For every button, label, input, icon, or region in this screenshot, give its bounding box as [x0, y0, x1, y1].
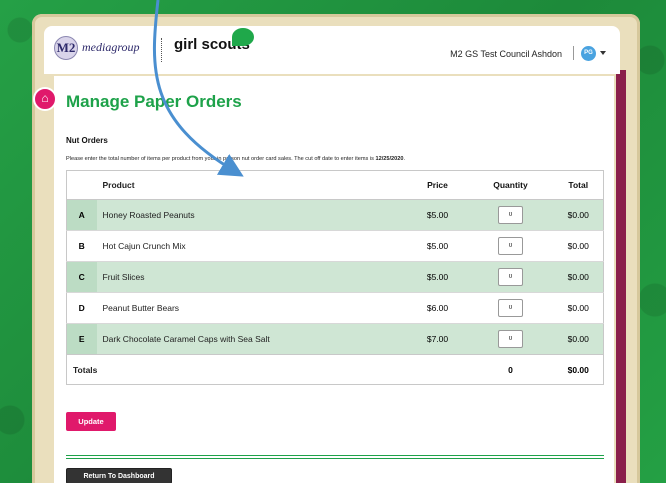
- table-row: D Peanut Butter Bears $6.00 $0.00: [66, 293, 604, 324]
- header-divider: [573, 46, 574, 60]
- quantity-input[interactable]: [498, 299, 523, 317]
- product-name: Hot Cajun Crunch Mix: [102, 241, 186, 251]
- product-price: $5.00: [426, 272, 449, 282]
- logo-divider: [161, 38, 162, 62]
- quantity-cell: [468, 200, 554, 231]
- site-header: M2 mediagroup girl scouts M2 GS Test Cou…: [44, 26, 620, 74]
- update-button[interactable]: Update: [66, 412, 116, 431]
- row-total: $0.00: [567, 210, 589, 220]
- section-divider: [66, 455, 604, 459]
- column-header-product: Product: [96, 170, 408, 200]
- cutoff-date: 12/25/2020: [375, 156, 404, 162]
- m2-logo: M2: [54, 36, 78, 60]
- totals-amount: $0.00: [553, 354, 604, 385]
- table-row: E Dark Chocolate Caramel Caps with Sea S…: [66, 323, 604, 355]
- return-to-dashboard-button[interactable]: Return To Dashboard: [66, 468, 172, 483]
- chevron-down-icon[interactable]: [600, 51, 606, 55]
- orders-table: Product Price Quantity Total A Honey Roa…: [66, 170, 604, 385]
- quantity-cell: [468, 262, 554, 293]
- product-name: Peanut Butter Bears: [102, 303, 180, 313]
- media-group-logo-text: mediagroup: [82, 40, 140, 54]
- totals-row: Totals 0 $0.00: [66, 354, 604, 385]
- product-name: Dark Chocolate Caramel Caps with Sea Sal…: [102, 334, 270, 344]
- product-name: Fruit Slices: [102, 272, 145, 282]
- quantity-input[interactable]: [498, 330, 523, 348]
- product-price: $5.00: [426, 241, 449, 251]
- table-row: B Hot Cajun Crunch Mix $5.00 $0.00: [66, 231, 604, 262]
- totals-label: Totals: [66, 354, 408, 385]
- column-header-letter: [66, 170, 97, 200]
- council-name: M2 GS Test Council Ashdon: [450, 49, 562, 59]
- trefoil-icon: [232, 28, 254, 46]
- instructions-prefix: Please enter the total number of items p…: [66, 156, 376, 162]
- home-icon[interactable]: ⌂: [33, 87, 57, 111]
- quantity-cell: [468, 324, 554, 355]
- column-header-price: Price: [407, 170, 468, 200]
- page-title: Manage Paper Orders: [66, 92, 242, 111]
- table-row: A Honey Roasted Peanuts $5.00 $0.00: [66, 199, 604, 231]
- row-letter: A: [66, 199, 97, 231]
- quantity-input[interactable]: [498, 206, 523, 224]
- maroon-accent: [616, 70, 626, 483]
- product-name: Honey Roasted Peanuts: [102, 210, 195, 220]
- row-letter: E: [66, 323, 97, 355]
- quantity-input[interactable]: [498, 237, 523, 255]
- section-title: Nut Orders: [66, 136, 108, 145]
- row-total: $0.00: [567, 334, 589, 344]
- instructions-suffix: .: [403, 156, 406, 162]
- row-total: $0.00: [567, 303, 589, 313]
- quantity-cell: [468, 293, 554, 324]
- row-total: $0.00: [567, 241, 589, 251]
- table-row: C Fruit Slices $5.00 $0.00: [66, 261, 604, 293]
- table-header-row: Product Price Quantity Total: [66, 170, 604, 200]
- product-price: $7.00: [426, 334, 449, 344]
- row-total: $0.00: [567, 272, 589, 282]
- row-letter: D: [78, 303, 85, 313]
- column-header-total: Total: [553, 170, 604, 200]
- product-price: $5.00: [426, 210, 449, 220]
- row-letter: C: [66, 261, 97, 293]
- quantity-cell: [468, 231, 554, 262]
- quantity-input[interactable]: [498, 268, 523, 286]
- instructions-text: Please enter the total number of items p…: [66, 156, 405, 162]
- column-header-quantity: Quantity: [467, 170, 554, 200]
- product-price: $6.00: [426, 303, 449, 313]
- user-avatar[interactable]: PG: [581, 46, 596, 61]
- row-letter: B: [78, 241, 85, 251]
- totals-price-blank: [407, 354, 468, 385]
- totals-quantity: 0: [467, 354, 554, 385]
